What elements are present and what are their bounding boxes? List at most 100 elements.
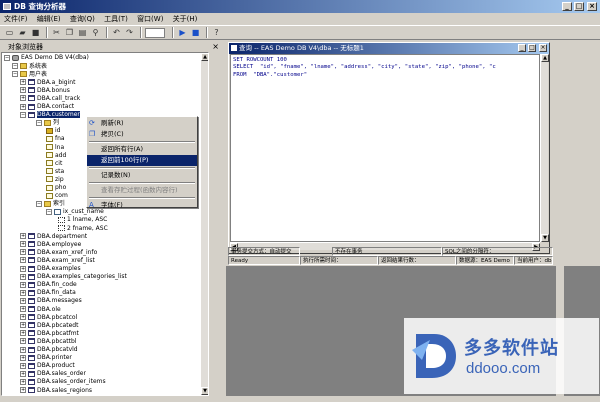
tree-node-label: DBA.fin_code [37,281,77,289]
query-close-button[interactable]: × [539,44,547,52]
collapse-icon[interactable]: − [20,111,26,118]
copy-icon[interactable]: ❐ [64,27,75,38]
expand-icon[interactable]: + [20,362,26,369]
close-panel-icon[interactable]: × [212,42,219,52]
collapse-icon[interactable]: − [4,54,10,61]
context-menu-label: 拷贝(C) [101,130,124,138]
table-icon [28,233,35,240]
expand-icon[interactable]: + [20,346,26,353]
result-rows-status: 返回结果行数： [378,256,456,265]
scroll-up-arrow[interactable]: ▲ [541,54,549,62]
expand-icon[interactable]: + [20,241,26,248]
table-icon [28,281,35,288]
menu-file[interactable]: 文件(F) [4,15,28,23]
context-menu-item[interactable]: 记录数(N) [87,170,197,181]
paste-icon[interactable]: ▤ [77,27,88,38]
redo-icon[interactable]: ↷ [124,27,135,38]
find-icon[interactable]: ⚲ [90,27,101,38]
tree-node-label: fna [55,135,65,143]
expand-icon[interactable]: + [20,338,26,345]
expand-icon[interactable]: + [20,297,26,304]
execute-icon[interactable]: ▶ [177,27,188,38]
menu-window[interactable]: 窗口(W) [137,15,163,23]
expand-icon[interactable]: + [20,370,26,377]
scroll-down-arrow[interactable]: ▼ [541,234,549,242]
tree-node-label: 1 lname, ASC [67,216,108,224]
table-icon [28,322,35,329]
tree-root[interactable]: − EAS Demo DB V4(dba) [4,54,89,63]
context-menu-item[interactable]: ❐ 拷贝(C) [87,129,197,140]
watermark: 多多软件站 ddooo.com [404,318,599,394]
undo-icon[interactable]: ↶ [111,27,122,38]
maximize-button[interactable]: □ [574,2,584,11]
menu-about[interactable]: 关于(H) [173,15,198,23]
column-icon [46,168,53,175]
close-button[interactable]: × [587,2,597,11]
folder-icon [20,71,27,78]
tree-node-label: add [55,151,67,159]
query-minimize-button[interactable]: _ [518,44,526,52]
open-folder-icon[interactable]: ▰ [17,27,28,38]
dot-icon [58,225,65,231]
save-icon[interactable]: ■ [30,27,41,38]
expand-icon[interactable]: + [20,95,26,102]
tree-vertical-scrollbar[interactable]: ▲ ▼ [200,53,208,395]
result-mode-dropdown[interactable] [145,27,165,38]
tree-node-label: lna [55,143,65,151]
menu-edit[interactable]: 编辑(E) [37,15,61,23]
table-icon [28,314,35,321]
expand-icon[interactable]: + [20,289,26,296]
table-icon [28,273,35,280]
sql-editor[interactable]: SET ROWCOUNT 100 SELECT "id", "fname", "l… [230,54,540,242]
cut-icon[interactable]: ✂ [51,27,62,38]
scroll-up-arrow[interactable]: ▲ [201,53,208,61]
tree-node-label: 索引 [53,200,66,208]
query-window: 查询 -- EAS Demo DB V4\dba -- 无标题1 _ □ × S… [228,42,550,254]
expand-icon[interactable]: + [20,314,26,321]
status-bar-transaction: 事务提交方式：自动提交 不存在事务 SQL之间的分隔符： [228,247,553,256]
scroll-down-arrow[interactable]: ▼ [201,387,208,395]
collapse-icon[interactable]: − [12,71,18,78]
menu-query[interactable]: 查询(Q) [70,15,95,23]
expand-icon[interactable]: + [20,322,26,329]
expand-icon[interactable]: + [20,330,26,337]
new-file-icon[interactable]: ▭ [4,27,15,38]
context-menu-item[interactable]: ⟳ 刷新(R) [87,118,197,129]
editor-vertical-scrollbar[interactable]: ▲ ▼ [540,54,549,242]
expand-icon[interactable]: + [20,233,26,240]
help-icon[interactable]: ? [211,27,222,38]
toolbar-separator [206,27,208,38]
stop-icon[interactable]: ■ [190,27,201,38]
expand-icon[interactable]: + [20,79,26,86]
expand-icon[interactable]: + [20,265,26,272]
expand-icon[interactable]: + [20,354,26,361]
tree-node[interactable]: + DBA.sales_regions [20,387,92,396]
menu-tools[interactable]: 工具(T) [104,15,128,23]
expand-icon[interactable]: + [20,257,26,264]
query-maximize-button[interactable]: □ [528,44,536,52]
collapse-icon[interactable]: − [12,63,18,69]
expand-icon[interactable]: + [20,306,26,312]
minimize-button[interactable]: _ [562,2,572,11]
expand-icon[interactable]: + [20,249,26,256]
tree-node-label: com [55,192,68,200]
context-menu-item[interactable]: A 字体(F) [87,200,197,211]
table-icon [28,265,35,272]
collapse-icon[interactable]: − [36,200,42,207]
tree-node-label: DBA.printer [37,354,72,362]
expand-icon[interactable]: + [20,87,26,94]
context-menu-item[interactable]: 返回前100行(P) [87,155,197,166]
collapse-icon[interactable]: − [46,208,52,215]
query-window-title: 查询 -- EAS Demo DB V4\dba -- 无标题1 [239,44,364,52]
menu-separator [89,182,195,184]
expand-icon[interactable]: + [20,387,26,393]
expand-icon[interactable]: + [20,378,26,385]
object-tree[interactable]: − EAS Demo DB V4(dba) ▲ ▼ − 系统表 − 用户表 + DBA.a_… [1,52,209,396]
context-menu-label: 返回前100行(P) [101,156,149,164]
context-menu-item[interactable]: 返回所有行(A) [87,144,197,155]
tree-node-label: DBA.contact [37,103,75,110]
collapse-icon[interactable]: − [36,119,42,126]
expand-icon[interactable]: + [20,103,26,110]
expand-icon[interactable]: + [20,281,26,288]
expand-icon[interactable]: + [20,273,26,280]
